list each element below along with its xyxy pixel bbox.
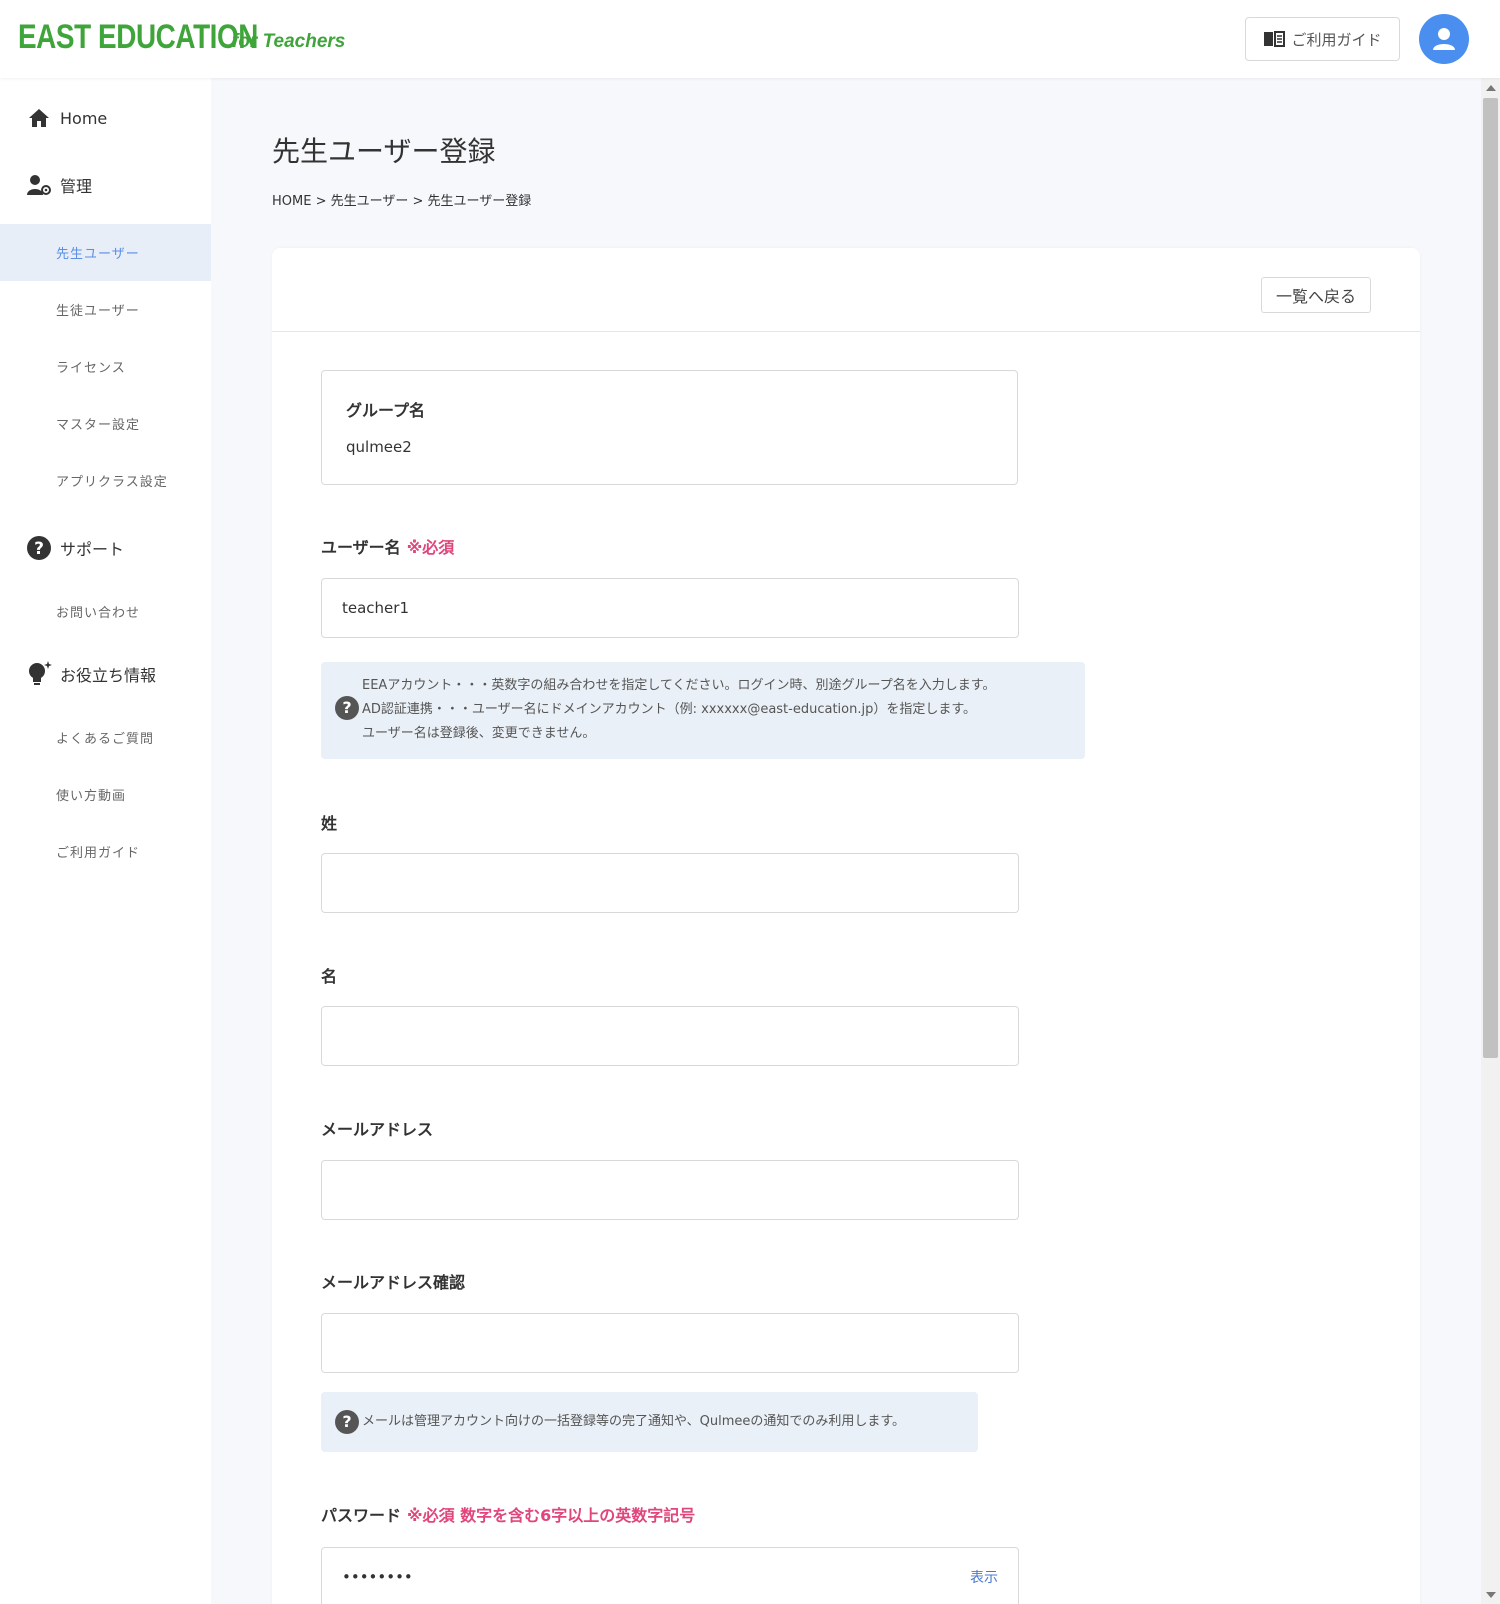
hint-lines: メールは管理アカウント向けの一括登録等の完了通知や、Qulmeeの通知でのみ利用… <box>362 1410 905 1434</box>
sidebar-section-support[interactable]: ? サポート <box>0 533 211 563</box>
sidebar-section-info[interactable]: お役立ち情報 <box>0 659 211 689</box>
svg-text:?: ? <box>34 539 44 559</box>
breadcrumb-current: 先生ユーザー登録 <box>427 194 532 209</box>
sidebar-item-label: Home <box>60 108 108 128</box>
sidebar-item-videos[interactable]: 使い方動画 <box>0 766 211 823</box>
last-name-label: 姓 <box>321 814 338 833</box>
form-card: 一覧へ戻る グループ名 qulmee2 ユーザー名 ※必須 teacher1 ? … <box>272 248 1420 1604</box>
breadcrumb-teacher-users[interactable]: 先生ユーザー <box>331 194 409 209</box>
breadcrumb-separator: > <box>412 194 428 209</box>
hint-line: ユーザー名は登録後、変更できません。 <box>362 726 596 741</box>
user-icon <box>1433 28 1455 50</box>
password-value: •••••••• <box>342 1568 413 1586</box>
username-label-text: ユーザー名 <box>321 538 401 557</box>
scroll-up-arrow[interactable] <box>1486 85 1496 91</box>
email-confirm-input[interactable] <box>321 1313 1019 1373</box>
username-label: ユーザー名 ※必須 <box>321 534 454 558</box>
sidebar-item-home[interactable]: Home <box>0 103 211 133</box>
first-name-label: 名 <box>321 967 338 986</box>
book-icon <box>1264 31 1286 47</box>
lightbulb-icon <box>26 661 52 687</box>
hint-line: メールは管理アカウント向けの一括登録等の完了通知や、Qulmeeの通知でのみ利用… <box>362 1414 906 1429</box>
password-label-text: パスワード <box>321 1506 402 1525</box>
sidebar-item-contact[interactable]: お問い合わせ <box>0 583 211 640</box>
group-info-box: グループ名 qulmee2 <box>321 370 1018 485</box>
user-gear-icon <box>26 172 52 198</box>
guide-button-label: ご利用ガイド <box>1291 30 1382 49</box>
sidebar-item-faq[interactable]: よくあるご質問 <box>0 709 211 766</box>
sidebar-item-app-class-settings[interactable]: アプリクラス設定 <box>0 452 211 509</box>
card-toolbar: 一覧へ戻る <box>272 248 1420 332</box>
sidebar-item-license[interactable]: ライセンス <box>0 338 211 395</box>
username-hint: ? EEAアカウント・・・英数字の組み合わせを指定してください。ログイン時、別途… <box>321 662 1085 759</box>
sidebar-section-manage[interactable]: 管理 <box>0 170 211 200</box>
top-header: EAST EDUCATION for Teachers ご利用ガイド <box>0 0 1500 78</box>
email-label: メールアドレス <box>321 1120 434 1139</box>
email-hint: ? メールは管理アカウント向けの一括登録等の完了通知や、Qulmeeの通知でのみ… <box>321 1392 978 1452</box>
question-circle-icon: ? <box>26 535 52 561</box>
email-input[interactable] <box>321 1160 1019 1220</box>
show-password-toggle[interactable]: 表示 <box>970 1567 998 1587</box>
hint-line: EEAアカウント・・・英数字の組み合わせを指定してください。ログイン時、別途グル… <box>362 678 996 693</box>
sidebar-section-label: 管理 <box>60 177 93 196</box>
sidebar-section-label: お役立ち情報 <box>60 666 157 685</box>
sidebar-item-master-settings[interactable]: マスター設定 <box>0 395 211 452</box>
group-name-label: グループ名 <box>346 401 426 420</box>
question-icon: ? <box>335 696 359 720</box>
breadcrumb-separator: > <box>315 194 331 209</box>
last-name-input[interactable] <box>321 853 1019 913</box>
username-input[interactable]: teacher1 <box>321 578 1019 638</box>
email-confirm-label: メールアドレス確認 <box>321 1273 466 1292</box>
page-title: 先生ユーザー登録 <box>272 135 496 168</box>
hint-line: AD認証連携・・・ユーザー名にドメインアカウント（例: xxxxxx@east-… <box>362 702 977 717</box>
first-name-input[interactable] <box>321 1006 1019 1066</box>
sidebar-section-label: サポート <box>60 540 125 559</box>
scroll-down-arrow[interactable] <box>1486 1592 1496 1598</box>
guide-button[interactable]: ご利用ガイド <box>1245 17 1400 61</box>
group-name-value: qulmee2 <box>346 438 412 456</box>
sidebar: Home 管理 先生ユーザー 生徒ユーザー ライセンス マスター設定 アプリクラ… <box>0 78 211 1604</box>
vertical-scrollbar[interactable] <box>1481 78 1500 1604</box>
logo[interactable]: EAST EDUCATION <box>18 18 258 57</box>
required-badge: ※必須 数字を含む6字以上の英数字記号 <box>407 1506 696 1525</box>
breadcrumb-home[interactable]: HOME <box>272 194 311 209</box>
scroll-thumb[interactable] <box>1483 98 1498 1058</box>
sidebar-item-teacher-users[interactable]: 先生ユーザー <box>0 224 211 281</box>
required-badge: ※必須 <box>406 538 455 557</box>
sidebar-item-student-users[interactable]: 生徒ユーザー <box>0 281 211 338</box>
home-icon <box>26 105 52 131</box>
sidebar-item-guide[interactable]: ご利用ガイド <box>0 823 211 880</box>
question-icon: ? <box>335 1410 359 1434</box>
breadcrumb: HOME > 先生ユーザー > 先生ユーザー登録 <box>272 190 531 209</box>
password-label: パスワード ※必須 数字を含む6字以上の英数字記号 <box>321 1502 695 1526</box>
password-input[interactable]: •••••••• 表示 <box>321 1547 1019 1604</box>
user-avatar[interactable] <box>1419 14 1469 64</box>
logo-subtitle: for Teachers <box>232 31 346 52</box>
hint-lines: EEAアカウント・・・英数字の組み合わせを指定してください。ログイン時、別途グル… <box>362 674 995 746</box>
back-to-list-button[interactable]: 一覧へ戻る <box>1261 277 1371 313</box>
